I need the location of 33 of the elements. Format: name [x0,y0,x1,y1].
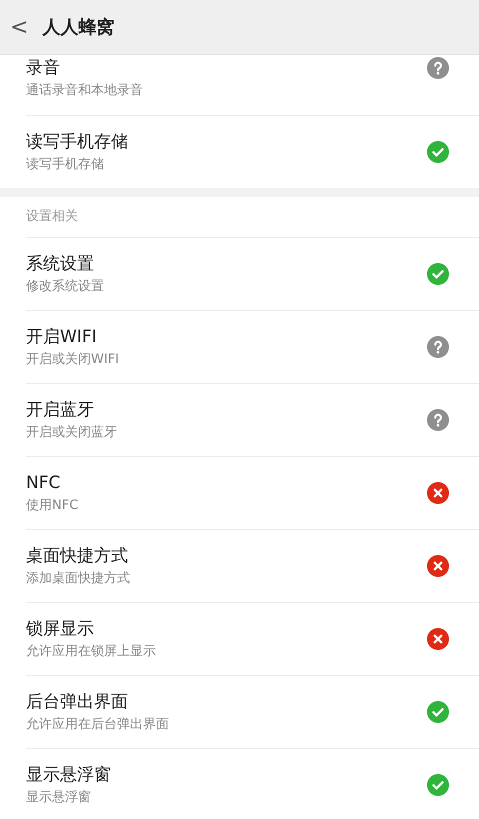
permission-row[interactable]: 系统设置 修改系统设置 [26,237,479,310]
permission-description: 读写手机存储 [26,156,105,173]
permission-row[interactable]: 开启WIFI 开启或关闭WIFI [26,310,479,383]
permission-title: 显示悬浮窗 [26,764,111,786]
permission-title: 后台弹出界面 [26,691,129,713]
back-button[interactable]: < [0,14,34,40]
permission-row[interactable]: 显示悬浮窗 显示悬浮窗 [26,748,479,819]
permission-title: 桌面快捷方式 [26,545,129,567]
permission-description: 添加桌面快捷方式 [26,570,130,587]
permission-description: 显示悬浮窗 [26,789,92,806]
section-heading: 设置相关 [25,208,79,226]
permission-description: 允许应用在锁屏上显示 [26,643,156,660]
permission-title: 读写手机存储 [26,131,128,153]
permission-description: 修改系统设置 [26,278,104,295]
permission-row[interactable]: 读写手机存储 读写手机存储 [26,115,479,188]
permission-title: NFC [26,472,62,494]
permission-row[interactable]: 后台弹出界面 允许应用在后台弹出界面 [26,675,479,748]
permission-description: 通话录音和本地录音 [26,82,143,99]
permission-row[interactable]: NFC 使用NFC [26,456,479,529]
permission-title: 开启WIFI [26,326,98,348]
permission-row[interactable]: 录音 通话录音和本地录音 [26,55,479,115]
permission-row[interactable]: 锁屏显示 允许应用在锁屏上显示 [26,602,479,675]
permission-title: 开启蓝牙 [26,399,95,421]
permission-title: 锁屏显示 [26,618,95,640]
page-title: 人人蜂窝 [42,16,114,39]
permission-row[interactable]: 开启蓝牙 开启或关闭蓝牙 [26,383,479,456]
permission-description: 允许应用在后台弹出界面 [26,716,169,733]
permission-title: 录音 [26,57,61,79]
permission-description: 开启或关闭WIFI [26,351,119,368]
permission-description: 开启或关闭蓝牙 [26,424,117,441]
permission-title: 系统设置 [26,253,95,275]
permission-description: 使用NFC [26,497,78,514]
permission-row[interactable]: 桌面快捷方式 添加桌面快捷方式 [26,529,479,602]
